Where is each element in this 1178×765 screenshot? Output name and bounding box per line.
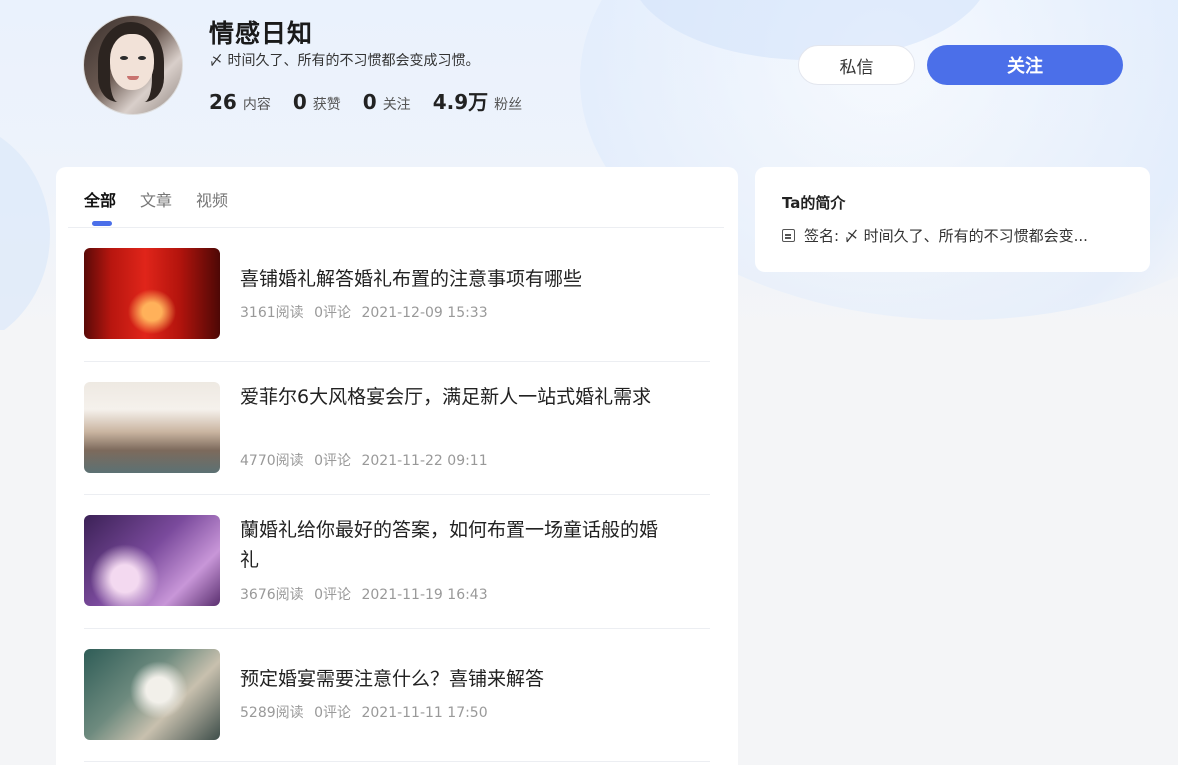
stat-label: 关注 xyxy=(382,97,411,113)
message-button[interactable]: 私信 xyxy=(798,45,915,85)
stat-followers[interactable]: 4.9万 粉丝 xyxy=(433,86,522,115)
article-title[interactable]: 预定婚宴需要注意什么？喜铺来解答 xyxy=(240,664,670,694)
stat-content[interactable]: 26 内容 xyxy=(209,90,271,114)
stat-following[interactable]: 0 关注 xyxy=(363,90,411,114)
tab-all[interactable]: 全部 xyxy=(84,187,116,217)
avatar-eye xyxy=(120,56,128,60)
intro-signature-text: 签名: 〆 时间久了、所有的不习惯都会变... xyxy=(804,227,1088,245)
article-date: 2021-11-22 09:11 xyxy=(361,453,488,469)
article-thumbnail[interactable] xyxy=(84,248,220,339)
profile-stats: 26 内容 0 获赞 0 关注 4.9万 粉丝 xyxy=(209,86,544,115)
article-meta: 4770阅读 0评论 2021-11-22 09:11 xyxy=(240,450,494,470)
article-comments: 0评论 xyxy=(314,305,352,321)
intro-signature: 签名: 〆 时间久了、所有的不习惯都会变... xyxy=(782,225,1122,246)
intro-title: Ta的简介 xyxy=(782,194,846,212)
profile-intro-card: Ta的简介 签名: 〆 时间久了、所有的不习惯都会变... xyxy=(755,167,1150,272)
profile-name: 情感日知 xyxy=(209,19,314,48)
content-card: 全部 文章 视频 喜铺婚礼解答婚礼布置的注意事项有哪些 3161阅读 0评论 2… xyxy=(56,167,738,765)
stat-number: 0 xyxy=(362,90,377,114)
avatar-face xyxy=(110,34,154,90)
stat-number: 0 xyxy=(292,90,307,114)
article-date: 2021-11-11 17:50 xyxy=(361,705,488,721)
article-thumbnail[interactable] xyxy=(84,515,220,606)
active-tab-indicator xyxy=(92,221,112,226)
avatar-eye xyxy=(138,56,146,60)
article-item[interactable]: 喜铺婚礼解答婚礼布置的注意事项有哪些 3161阅读 0评论 2021-12-09… xyxy=(84,248,710,362)
content-tabs: 全部 文章 视频 xyxy=(84,187,252,217)
article-item[interactable]: 预定婚宴需要注意什么？喜铺来解答 5289阅读 0评论 2021-11-11 1… xyxy=(84,649,710,762)
stat-number: 4.9万 xyxy=(432,90,489,114)
document-icon xyxy=(782,229,795,242)
stat-label: 获赞 xyxy=(312,97,341,113)
avatar[interactable] xyxy=(83,15,183,115)
stat-number: 26 xyxy=(209,90,237,114)
article-meta: 3161阅读 0评论 2021-12-09 15:33 xyxy=(240,302,494,322)
stat-label: 粉丝 xyxy=(494,97,523,113)
article-comments: 0评论 xyxy=(314,587,352,603)
article-date: 2021-12-09 15:33 xyxy=(361,305,488,321)
tab-videos[interactable]: 视频 xyxy=(196,187,228,217)
article-title[interactable]: 蘭婚礼给你最好的答案，如何布置一场童话般的婚礼 xyxy=(240,515,670,575)
article-meta: 3676阅读 0评论 2021-11-19 16:43 xyxy=(240,584,494,604)
profile-signature: 〆 时间久了、所有的不习惯都会变成习惯。 xyxy=(209,53,480,69)
article-date: 2021-11-19 16:43 xyxy=(361,587,488,603)
follow-button[interactable]: 关注 xyxy=(927,45,1123,85)
article-thumbnail[interactable] xyxy=(84,649,220,740)
article-comments: 0评论 xyxy=(314,453,352,469)
article-title[interactable]: 喜铺婚礼解答婚礼布置的注意事项有哪些 xyxy=(240,264,670,294)
article-reads: 3161阅读 xyxy=(240,305,304,321)
stat-likes: 0 获赞 xyxy=(293,90,341,114)
divider xyxy=(68,227,724,228)
article-item[interactable]: 爱菲尔6大风格宴会厅，满足新人一站式婚礼需求 4770阅读 0评论 2021-1… xyxy=(84,382,710,495)
tab-articles[interactable]: 文章 xyxy=(140,187,172,217)
article-meta: 5289阅读 0评论 2021-11-11 17:50 xyxy=(240,702,494,722)
article-reads: 3676阅读 xyxy=(240,587,304,603)
article-comments: 0评论 xyxy=(314,705,352,721)
stat-label: 内容 xyxy=(242,97,271,113)
article-item[interactable]: 蘭婚礼给你最好的答案，如何布置一场童话般的婚礼 3676阅读 0评论 2021-… xyxy=(84,515,710,629)
bg-decoration xyxy=(0,120,50,330)
article-title[interactable]: 爱菲尔6大风格宴会厅，满足新人一站式婚礼需求 xyxy=(240,382,670,412)
article-thumbnail[interactable] xyxy=(84,382,220,473)
article-reads: 4770阅读 xyxy=(240,453,304,469)
article-reads: 5289阅读 xyxy=(240,705,304,721)
